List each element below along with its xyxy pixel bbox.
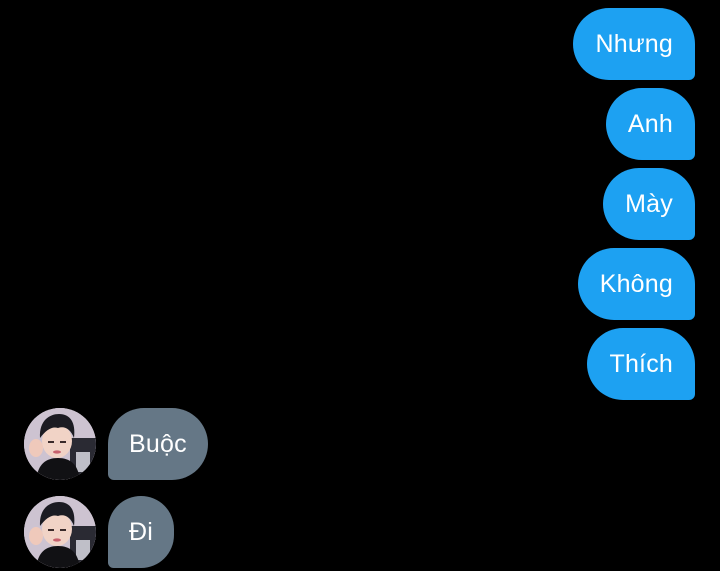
sent-message-bubble[interactable]: Nhưng (573, 8, 695, 80)
received-message-bubble[interactable]: Buộc (108, 408, 208, 480)
message-row-sent: Anh (0, 88, 720, 160)
sent-message-bubble[interactable]: Anh (605, 88, 695, 160)
message-row-received: Đi (0, 496, 720, 568)
message-text: Buộc (129, 429, 187, 458)
message-row-received: Buộc (0, 408, 720, 480)
message-text: Không (599, 269, 673, 298)
user-avatar-icon[interactable] (24, 408, 96, 480)
sent-message-bubble[interactable]: Không (577, 248, 695, 320)
message-text: Anh (627, 109, 673, 138)
message-row-sent: Không (0, 248, 720, 320)
message-text: Nhưng (595, 29, 673, 58)
message-text: Mày (625, 189, 673, 218)
message-row-sent: Thích (0, 328, 720, 400)
message-text: Đi (129, 517, 154, 546)
message-row-sent: Nhưng (0, 8, 720, 80)
user-avatar-icon[interactable] (24, 496, 96, 568)
message-text: Thích (609, 349, 673, 378)
sent-message-bubble[interactable]: Thích (587, 328, 695, 400)
sent-message-bubble[interactable]: Mày (603, 168, 695, 240)
chat-conversation: Nhưng Anh Mày Không Thích Buộc Đi (0, 0, 720, 571)
received-message-bubble[interactable]: Đi (108, 496, 175, 568)
message-row-sent: Mày (0, 168, 720, 240)
